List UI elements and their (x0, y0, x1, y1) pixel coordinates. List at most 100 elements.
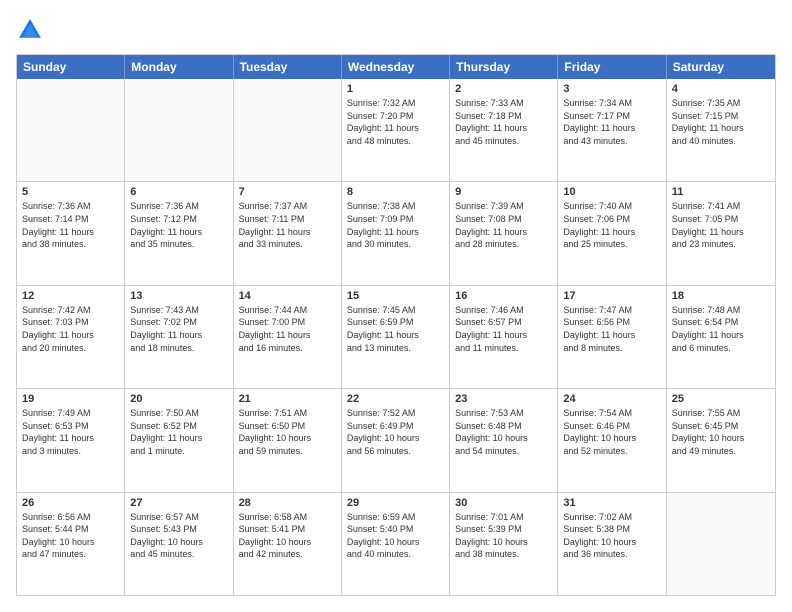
calendar-cell: 4 Sunrise: 7:35 AM Sunset: 7:15 PM Daylig… (667, 79, 775, 181)
day-info: Sunrise: 7:45 AM Sunset: 6:59 PM Dayligh… (347, 304, 444, 354)
day-info: Sunrise: 6:58 AM Sunset: 5:41 PM Dayligh… (239, 511, 336, 561)
calendar-cell: 20Sunrise: 7:50 AM Sunset: 6:52 PM Dayli… (125, 389, 233, 491)
day-info: Sunrise: 7:36 AM Sunset: 7:14 PM Dayligh… (22, 200, 119, 250)
day-info: Sunrise: 7:32 AM Sunset: 7:20 PM Dayligh… (347, 97, 444, 147)
day-info: Sunrise: 7:49 AM Sunset: 6:53 PM Dayligh… (22, 407, 119, 457)
day-info: Sunrise: 7:47 AM Sunset: 6:56 PM Dayligh… (563, 304, 660, 354)
day-number: 30 (455, 497, 552, 509)
calendar-row: 5 Sunrise: 7:36 AM Sunset: 7:14 PM Daylig… (17, 181, 775, 284)
day-number: 13 (130, 290, 227, 302)
calendar-cell: 11Sunrise: 7:41 AM Sunset: 7:05 PM Dayli… (667, 182, 775, 284)
calendar-cell: 26Sunrise: 6:56 AM Sunset: 5:44 PM Dayli… (17, 493, 125, 595)
day-number: 9 (455, 186, 552, 198)
day-number: 6 (130, 186, 227, 198)
day-number: 10 (563, 186, 660, 198)
weekday-header: Wednesday (342, 55, 450, 79)
logo (16, 16, 48, 44)
calendar-row: 1 Sunrise: 7:32 AM Sunset: 7:20 PM Daylig… (17, 79, 775, 181)
day-number: 7 (239, 186, 336, 198)
day-info: Sunrise: 7:37 AM Sunset: 7:11 PM Dayligh… (239, 200, 336, 250)
calendar-cell: 7 Sunrise: 7:37 AM Sunset: 7:11 PM Daylig… (234, 182, 342, 284)
calendar-cell: 5 Sunrise: 7:36 AM Sunset: 7:14 PM Daylig… (17, 182, 125, 284)
day-info: Sunrise: 7:01 AM Sunset: 5:39 PM Dayligh… (455, 511, 552, 561)
calendar-cell (667, 493, 775, 595)
day-number: 25 (672, 393, 770, 405)
calendar-cell: 23 Sunrise: 7:53 AM Sunset: 6:48 PM Dayli… (450, 389, 558, 491)
weekday-header: Friday (558, 55, 666, 79)
calendar-cell: 25 Sunrise: 7:55 AM Sunset: 6:45 PM Dayli… (667, 389, 775, 491)
day-info: Sunrise: 7:33 AM Sunset: 7:18 PM Dayligh… (455, 97, 552, 147)
weekday-header: Saturday (667, 55, 775, 79)
calendar-cell: 27 Sunrise: 6:57 AM Sunset: 5:43 PM Dayli… (125, 493, 233, 595)
calendar-cell: 8 Sunrise: 7:38 AM Sunset: 7:09 PM Daylig… (342, 182, 450, 284)
weekday-header: Tuesday (234, 55, 342, 79)
day-info: Sunrise: 7:46 AM Sunset: 6:57 PM Dayligh… (455, 304, 552, 354)
day-info: Sunrise: 6:57 AM Sunset: 5:43 PM Dayligh… (130, 511, 227, 561)
weekday-header: Monday (125, 55, 233, 79)
calendar-cell (17, 79, 125, 181)
calendar-cell: 13 Sunrise: 7:43 AM Sunset: 7:02 PM Dayli… (125, 286, 233, 388)
day-info: Sunrise: 7:50 AM Sunset: 6:52 PM Dayligh… (130, 407, 227, 457)
calendar-row: 26Sunrise: 6:56 AM Sunset: 5:44 PM Dayli… (17, 492, 775, 595)
calendar-cell: 21Sunrise: 7:51 AM Sunset: 6:50 PM Dayli… (234, 389, 342, 491)
day-info: Sunrise: 7:51 AM Sunset: 6:50 PM Dayligh… (239, 407, 336, 457)
day-number: 1 (347, 83, 444, 95)
day-info: Sunrise: 7:54 AM Sunset: 6:46 PM Dayligh… (563, 407, 660, 457)
day-number: 5 (22, 186, 119, 198)
day-info: Sunrise: 7:34 AM Sunset: 7:17 PM Dayligh… (563, 97, 660, 147)
day-info: Sunrise: 7:02 AM Sunset: 5:38 PM Dayligh… (563, 511, 660, 561)
day-number: 18 (672, 290, 770, 302)
day-info: Sunrise: 7:52 AM Sunset: 6:49 PM Dayligh… (347, 407, 444, 457)
day-number: 8 (347, 186, 444, 198)
calendar-body: 1 Sunrise: 7:32 AM Sunset: 7:20 PM Daylig… (17, 79, 775, 595)
calendar-cell: 16 Sunrise: 7:46 AM Sunset: 6:57 PM Dayli… (450, 286, 558, 388)
day-info: Sunrise: 7:44 AM Sunset: 7:00 PM Dayligh… (239, 304, 336, 354)
day-number: 11 (672, 186, 770, 198)
day-info: Sunrise: 7:43 AM Sunset: 7:02 PM Dayligh… (130, 304, 227, 354)
day-number: 16 (455, 290, 552, 302)
calendar-cell: 9 Sunrise: 7:39 AM Sunset: 7:08 PM Daylig… (450, 182, 558, 284)
day-info: Sunrise: 7:55 AM Sunset: 6:45 PM Dayligh… (672, 407, 770, 457)
calendar-cell: 19 Sunrise: 7:49 AM Sunset: 6:53 PM Dayli… (17, 389, 125, 491)
calendar-cell: 31 Sunrise: 7:02 AM Sunset: 5:38 PM Dayli… (558, 493, 666, 595)
calendar-cell: 22Sunrise: 7:52 AM Sunset: 6:49 PM Dayli… (342, 389, 450, 491)
day-info: Sunrise: 7:48 AM Sunset: 6:54 PM Dayligh… (672, 304, 770, 354)
calendar-cell: 15Sunrise: 7:45 AM Sunset: 6:59 PM Dayli… (342, 286, 450, 388)
day-info: Sunrise: 7:39 AM Sunset: 7:08 PM Dayligh… (455, 200, 552, 250)
day-info: Sunrise: 7:38 AM Sunset: 7:09 PM Dayligh… (347, 200, 444, 250)
day-number: 4 (672, 83, 770, 95)
day-number: 31 (563, 497, 660, 509)
calendar-cell: 24Sunrise: 7:54 AM Sunset: 6:46 PM Dayli… (558, 389, 666, 491)
day-number: 29 (347, 497, 444, 509)
calendar-cell: 14 Sunrise: 7:44 AM Sunset: 7:00 PM Dayli… (234, 286, 342, 388)
day-info: Sunrise: 6:59 AM Sunset: 5:40 PM Dayligh… (347, 511, 444, 561)
weekday-header: Thursday (450, 55, 558, 79)
day-number: 17 (563, 290, 660, 302)
calendar-header: SundayMondayTuesdayWednesdayThursdayFrid… (17, 55, 775, 79)
day-info: Sunrise: 7:42 AM Sunset: 7:03 PM Dayligh… (22, 304, 119, 354)
day-info: Sunrise: 6:56 AM Sunset: 5:44 PM Dayligh… (22, 511, 119, 561)
day-number: 2 (455, 83, 552, 95)
day-number: 27 (130, 497, 227, 509)
calendar-cell: 3Sunrise: 7:34 AM Sunset: 7:17 PM Daylig… (558, 79, 666, 181)
day-number: 23 (455, 393, 552, 405)
calendar-row: 19 Sunrise: 7:49 AM Sunset: 6:53 PM Dayli… (17, 388, 775, 491)
page-header (16, 16, 776, 44)
calendar-cell: 10 Sunrise: 7:40 AM Sunset: 7:06 PM Dayli… (558, 182, 666, 284)
day-info: Sunrise: 7:35 AM Sunset: 7:15 PM Dayligh… (672, 97, 770, 147)
logo-icon (16, 16, 44, 44)
calendar-cell: 18 Sunrise: 7:48 AM Sunset: 6:54 PM Dayli… (667, 286, 775, 388)
day-number: 28 (239, 497, 336, 509)
calendar-cell: 30 Sunrise: 7:01 AM Sunset: 5:39 PM Dayli… (450, 493, 558, 595)
calendar-cell: 28 Sunrise: 6:58 AM Sunset: 5:41 PM Dayli… (234, 493, 342, 595)
day-number: 14 (239, 290, 336, 302)
day-number: 19 (22, 393, 119, 405)
calendar-row: 12 Sunrise: 7:42 AM Sunset: 7:03 PM Dayli… (17, 285, 775, 388)
day-info: Sunrise: 7:40 AM Sunset: 7:06 PM Dayligh… (563, 200, 660, 250)
calendar-cell: 17 Sunrise: 7:47 AM Sunset: 6:56 PM Dayli… (558, 286, 666, 388)
day-info: Sunrise: 7:53 AM Sunset: 6:48 PM Dayligh… (455, 407, 552, 457)
day-info: Sunrise: 7:36 AM Sunset: 7:12 PM Dayligh… (130, 200, 227, 250)
weekday-header: Sunday (17, 55, 125, 79)
day-number: 12 (22, 290, 119, 302)
calendar: SundayMondayTuesdayWednesdayThursdayFrid… (16, 54, 776, 596)
